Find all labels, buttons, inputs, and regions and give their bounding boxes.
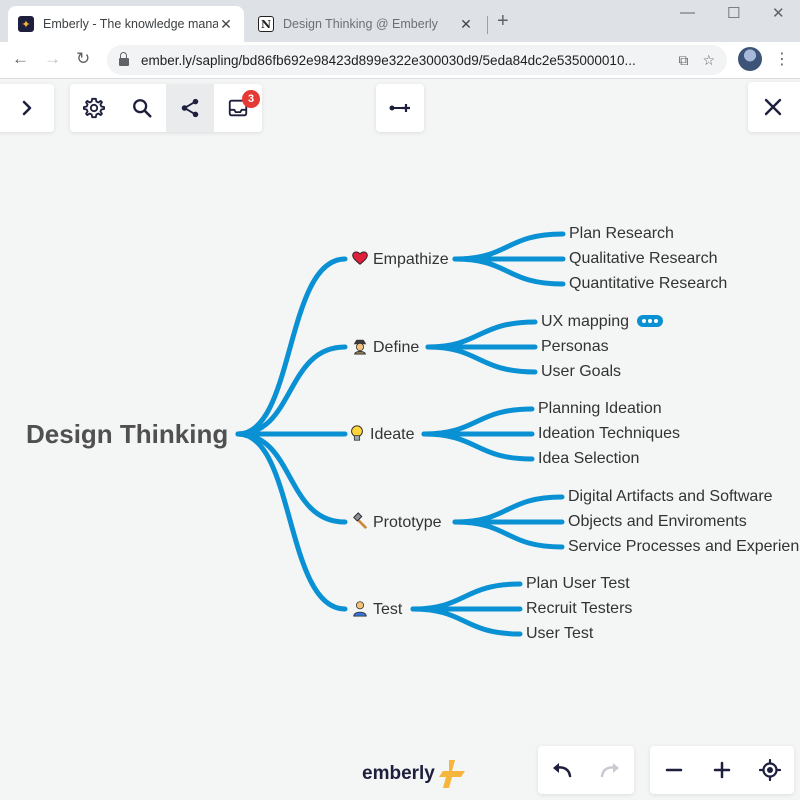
emberly-logo-icon <box>438 760 465 788</box>
node-objects-environments[interactable]: Objects and Enviroments <box>568 512 747 532</box>
connector-ideate-planning <box>421 406 535 437</box>
connector-prototype-digital <box>452 494 565 525</box>
connector-root-define <box>235 344 348 437</box>
node-recruit-testers[interactable]: Recruit Testers <box>526 599 632 619</box>
redo-icon <box>600 763 619 778</box>
node-qualitative-research[interactable]: Qualitative Research <box>569 249 718 269</box>
undo-icon <box>553 763 572 778</box>
detective-icon <box>353 339 367 355</box>
node-prototype[interactable]: Prototype <box>351 512 441 533</box>
node-service-processes[interactable]: Service Processes and Experien <box>568 537 800 557</box>
node-plan-research[interactable]: Plan Research <box>569 224 674 244</box>
connector-prototype-service <box>452 519 565 550</box>
node-label: UX mapping <box>541 313 630 330</box>
zoom-in-button[interactable] <box>698 746 746 794</box>
node-label: Ideate <box>370 426 415 443</box>
zoom-controls <box>650 746 794 794</box>
node-label: Test <box>373 601 403 618</box>
connector-root-empathize <box>235 256 348 437</box>
connector-ideate-selection <box>421 431 535 462</box>
node-label: Prototype <box>373 514 442 531</box>
node-define[interactable]: Define <box>351 337 419 358</box>
connector-empathize-quantitative <box>452 256 566 287</box>
node-ideate[interactable]: Ideate <box>348 424 414 445</box>
mindmap-connectors <box>235 231 566 637</box>
user-icon <box>353 601 367 617</box>
redo-button[interactable] <box>586 746 634 794</box>
zoom-out-button[interactable] <box>650 746 698 794</box>
minus-icon <box>665 768 683 772</box>
heart-icon <box>352 251 368 265</box>
node-test[interactable]: Test <box>351 599 402 620</box>
connector-empathize-plan-research <box>452 231 566 262</box>
node-user-test[interactable]: User Test <box>526 624 593 644</box>
plus-icon <box>713 761 731 779</box>
recenter-button[interactable] <box>746 746 794 794</box>
hammer-icon <box>353 512 367 529</box>
connector-root-prototype <box>235 431 348 525</box>
node-planning-ideation[interactable]: Planning Ideation <box>538 399 662 419</box>
emberly-logo: emberly <box>362 760 465 788</box>
node-personas[interactable]: Personas <box>541 337 609 357</box>
node-user-goals[interactable]: User Goals <box>541 362 621 382</box>
node-label: Define <box>373 339 420 356</box>
connector-test-user-test <box>410 606 523 637</box>
connector-define-ux-mapping <box>425 319 538 350</box>
node-quantitative-research[interactable]: Quantitative Research <box>569 274 727 294</box>
node-label: Empathize <box>373 251 449 268</box>
node-ux-mapping[interactable]: UX mapping <box>541 312 664 332</box>
node-empathize[interactable]: Empathize <box>351 249 449 270</box>
locate-icon <box>759 759 781 781</box>
node-digital-artifacts[interactable]: Digital Artifacts and Software <box>568 487 773 507</box>
more-options-icon[interactable] <box>637 315 664 327</box>
brand-name: emberly <box>362 763 435 784</box>
history-controls <box>538 746 634 794</box>
node-plan-user-test[interactable]: Plan User Test <box>526 574 630 594</box>
undo-button[interactable] <box>538 746 586 794</box>
node-idea-selection[interactable]: Idea Selection <box>538 449 639 469</box>
lightbulb-icon <box>351 425 363 441</box>
connector-test-plan <box>410 581 523 612</box>
root-node[interactable]: Design Thinking <box>26 418 228 450</box>
node-ideation-techniques[interactable]: Ideation Techniques <box>538 424 680 444</box>
connector-define-user-goals <box>425 344 538 375</box>
